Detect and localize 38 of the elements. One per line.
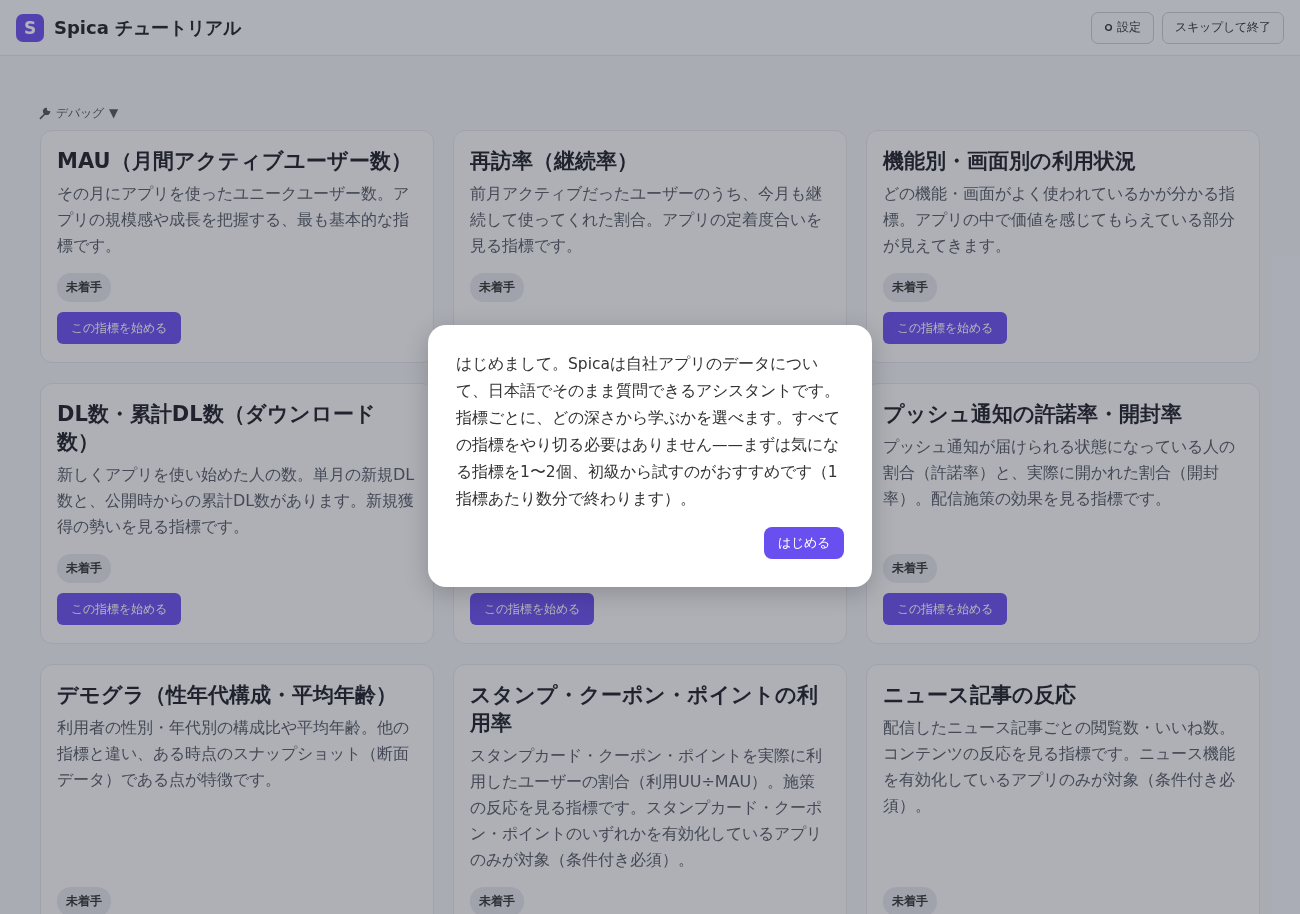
start-button[interactable]: はじめる [764,527,844,559]
card-title: MAU（月間アクティブユーザー数） [57,148,413,175]
settings-button[interactable]: 設定 [1091,11,1154,44]
card-description: どの機能・画面がよく使われているかが分かる指標。アプリの中で価値を感じてもらえている部分が見えてきます。 [883,183,1236,257]
card-title: デモグラ（性年代構成・平均年齢） [57,682,398,709]
start-button[interactable]: この指標を始める [883,312,1007,344]
status-badge: 未着手 [470,887,524,914]
status-badge: 未着手 [883,887,937,914]
start-button[interactable]: この指標を始める [57,593,181,625]
start-button[interactable]: この指標を始める [883,593,1007,625]
debug-toggle[interactable]: デバッグ ▼ [38,104,119,122]
card-description: 利用者の性別・年代別の構成比や平均年齢。他の指標と違い、ある時点のスナップショット（断面データ）である点が特徴です。 [57,717,410,791]
gear-icon [1104,23,1113,32]
card-description: 配信したニュース記事ごとの閲覧数・いいね数。コンテンツの反応を見る指標です。ニュース機能を有効化しているアプリのみが対象（条件付き必須）。 [883,717,1236,817]
card-title: 機能別・画面別の利用状況 [883,148,1137,175]
status-badge: 未着手 [57,887,111,914]
status-badge: 未着手 [57,554,111,583]
app-title: Spica チュートリアル [54,15,242,40]
card-title: 再訪率（継続率） [470,148,639,175]
status-badge: 未着手 [883,273,937,302]
wrench-icon [38,106,51,120]
start-button[interactable]: この指標を始める [470,593,594,625]
card-title: DL数・累計DL数（ダウンロード数） [57,401,377,456]
card-title: プッシュ通知の許諾率・開封率 [883,401,1183,428]
status-badge: 未着手 [883,554,937,583]
card-description: その月にアプリを使ったユニークユーザー数。アプリの規模感や成長を把握する、最も基本的な指標です。 [57,183,410,257]
start-button[interactable]: この指標を始める [57,312,181,344]
card-description: プッシュ通知が届けられる状態になっている人の割合（許諾率）と、実際に開かれた割合（開封率）。配信施策の効果を見る指標です。 [883,436,1236,510]
card-description: 新しくアプリを使い始めた人の数。単月の新規DL数と、公開時からの累計DL数があります。新規獲得の勢いを見る指標です。 [57,464,416,538]
card-description: 前月アクティブだったユーザーのうち、今月も継続して使ってくれた割合。アプリの定着度合いを見る指標です。 [470,183,823,257]
status-badge: 未着手 [470,273,524,302]
dialog-message: はじめまして。Spicaは自社アプリのデータについて、日本語でそのまま質問できるアシスタントです。指標ごとに、どの深さから学ぶかを選べます。すべての指標をやり切る必要はありません——まずは気になる指標を1〜2個、初級から試すのがおすすめです（1指標あたり数分で終わります）。 [456,354,841,510]
logo-icon: S [16,13,44,42]
status-badge: 未着手 [57,273,111,302]
card-description: スタンプカード・クーポン・ポイントを実際に利用したユーザーの割合（利用UU÷MAU）。施策の反応を見る指標です。スタンプカード・クーポン・ポイントのいずれかを有効化しているアプリのみが対象（条件付き必須）。 [470,745,823,871]
skip-button[interactable]: スキップして終了 [1162,11,1284,44]
card-title: スタンプ・クーポン・ポイントの利用率 [470,682,819,737]
card-title: ニュース記事の反応 [883,682,1077,709]
